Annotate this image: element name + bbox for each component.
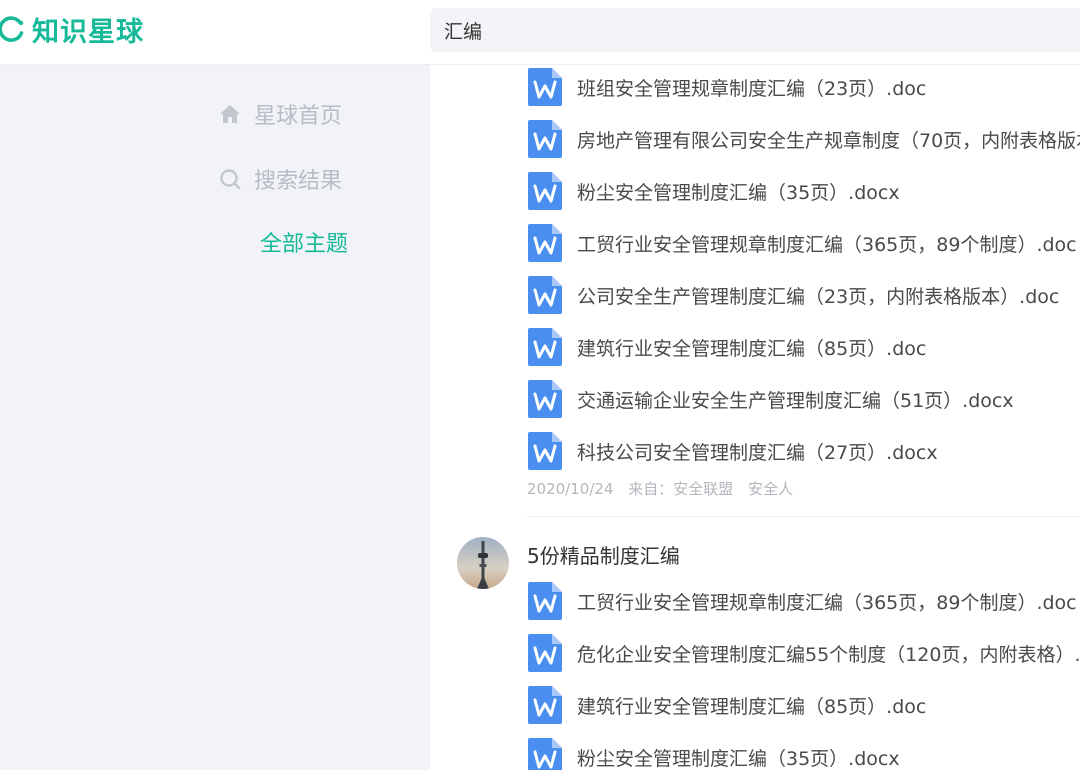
word-document-icon [528, 120, 562, 158]
file-name: 建筑行业安全管理制度汇编（85页）.doc [577, 337, 927, 360]
file-attachment[interactable]: 交通运输企业安全生产管理制度汇编（51页）.docx [528, 379, 1014, 419]
file-name: 房地产管理有限公司安全生产规章制度（70页，内附表格版本）.doc [577, 129, 1080, 152]
file-attachment[interactable]: 建筑行业安全管理制度汇编（85页）.doc [528, 327, 926, 367]
file-attachment[interactable]: 危化企业安全管理制度汇编55个制度（120页，内附表格）.doc [528, 633, 1080, 673]
avatar[interactable] [457, 537, 509, 589]
file-name: 班组安全管理规章制度汇编（23页）.doc [577, 77, 927, 100]
word-document-icon [528, 68, 562, 106]
sidebar-item-home[interactable]: 星球首页 [218, 97, 342, 131]
word-document-icon [528, 582, 562, 620]
file-name: 粉尘安全管理制度汇编（35页）.docx [577, 747, 900, 770]
file-name: 交通运输企业安全生产管理制度汇编（51页）.docx [577, 389, 1014, 412]
tower-photo-avatar [457, 537, 509, 589]
word-document-icon [528, 276, 562, 314]
sidebar-item-label: 全部主题 [260, 232, 349, 257]
file-attachment[interactable]: 工贸行业安全管理规章制度汇编（365页，89个制度）.doc [528, 581, 1077, 621]
file-attachment[interactable]: 房地产管理有限公司安全生产规章制度（70页，内附表格版本）.doc [528, 119, 1080, 159]
topic-feed: 班组安全管理规章制度汇编（23页）.doc 房地产管理有限公司安全生产规章制度（… [430, 64, 1080, 770]
word-document-icon [528, 634, 562, 672]
file-attachment[interactable]: 班组安全管理规章制度汇编（23页）.doc [528, 67, 926, 107]
word-document-icon [528, 224, 562, 262]
word-document-icon [528, 380, 562, 418]
file-attachment[interactable]: 建筑行业安全管理制度汇编（85页）.doc [528, 685, 926, 725]
file-name: 科技公司安全管理制度汇编（27页）.docx [577, 441, 938, 464]
top-bar: 知识星球 [0, 0, 1080, 65]
word-document-icon [528, 686, 562, 724]
search-input[interactable] [430, 9, 1046, 51]
planet-logo-icon [0, 16, 24, 42]
sidebar-item-search-results[interactable]: 搜索结果 [218, 162, 342, 196]
post-title[interactable]: 5份精品制度汇编 [527, 540, 680, 569]
sidebar-item-all-topics[interactable]: 全部主题 [260, 225, 348, 259]
sidebar-item-label: 星球首页 [254, 104, 343, 129]
word-document-icon [528, 172, 562, 210]
file-attachment[interactable]: 粉尘安全管理制度汇编（35页）.docx [528, 737, 900, 770]
logo-text: 知识星球 [32, 16, 144, 48]
file-attachment[interactable]: 工贸行业安全管理规章制度汇编（365页，89个制度）.doc [528, 223, 1077, 263]
file-name: 公司安全生产管理制度汇编（23页，内附表格版本）.doc [577, 285, 1060, 308]
file-name: 建筑行业安全管理制度汇编（85页）.doc [577, 695, 927, 718]
home-icon [218, 102, 242, 126]
logo[interactable]: 知识星球 [0, 12, 144, 48]
word-document-icon [528, 432, 562, 470]
word-document-icon [528, 738, 562, 770]
file-name: 工贸行业安全管理规章制度汇编（365页，89个制度）.doc [577, 233, 1077, 256]
page: 知识星球 星球首页 搜索结果 全部主题 [0, 0, 1080, 770]
file-name: 工贸行业安全管理规章制度汇编（365页，89个制度）.doc [577, 591, 1077, 614]
sidebar-item-label: 搜索结果 [254, 169, 343, 194]
sidebar: 星球首页 搜索结果 全部主题 [0, 64, 430, 770]
post-date: 2020/10/24 [527, 480, 614, 498]
post-source[interactable]: 来自：安全联盟 [628, 480, 733, 498]
search-icon [218, 167, 242, 191]
post-divider [527, 516, 1080, 517]
file-name: 粉尘安全管理制度汇编（35页）.docx [577, 181, 900, 204]
post-author[interactable]: 安全人 [748, 480, 793, 498]
file-name: 危化企业安全管理制度汇编55个制度（120页，内附表格）.doc [577, 643, 1080, 666]
word-document-icon [528, 328, 562, 366]
file-attachment[interactable]: 公司安全生产管理制度汇编（23页，内附表格版本）.doc [528, 275, 1059, 315]
search-box[interactable] [430, 8, 1080, 52]
post-meta: 2020/10/24 来自：安全联盟 安全人 [527, 478, 803, 499]
file-attachment[interactable]: 粉尘安全管理制度汇编（35页）.docx [528, 171, 900, 211]
file-attachment[interactable]: 科技公司安全管理制度汇编（27页）.docx [528, 431, 938, 471]
